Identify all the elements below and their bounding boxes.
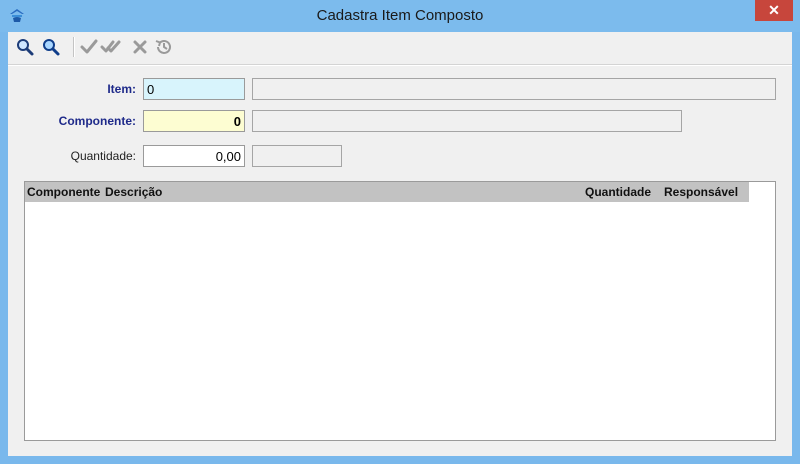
cancel-x-icon[interactable]	[129, 36, 151, 58]
close-button[interactable]: ✕	[755, 0, 793, 21]
confirm-check-icon[interactable]	[78, 36, 100, 58]
toolbar-divider	[8, 64, 792, 66]
item-code-input[interactable]	[143, 78, 245, 100]
column-header-descricao[interactable]: Descrição	[105, 182, 162, 202]
column-header-quantidade[interactable]: Quantidade	[585, 182, 651, 202]
item-description-field	[252, 78, 776, 100]
quantidade-extra-field	[252, 145, 342, 167]
window-title: Cadastra Item Composto	[316, 7, 484, 24]
toolbar	[8, 32, 792, 62]
componente-description-field	[252, 110, 682, 132]
history-icon[interactable]	[153, 36, 175, 58]
confirm-all-check-icon[interactable]	[100, 36, 122, 58]
toolbar-separator	[73, 37, 74, 57]
search-icon[interactable]	[14, 36, 36, 58]
quantidade-input[interactable]	[143, 145, 245, 167]
componente-label: Componente:	[58, 114, 136, 128]
title-bar[interactable]: Cadastra Item Composto ✕	[0, 0, 800, 32]
search-alt-icon[interactable]	[40, 36, 62, 58]
item-label: Item:	[107, 82, 136, 96]
componente-code-input[interactable]	[143, 110, 245, 132]
grid-header: Componente Descrição Quantidade Responsá…	[25, 182, 749, 202]
app-window: Cadastra Item Composto ✕ Item: 0 Compone…	[0, 0, 800, 464]
quantidade-label: Quantidade:	[70, 149, 136, 163]
client-area: Item: Componente: Quantidade: Componente…	[8, 32, 792, 456]
column-header-componente[interactable]: Componente	[27, 182, 100, 202]
column-header-responsavel[interactable]: Responsável	[664, 182, 738, 202]
components-grid[interactable]: Componente Descrição Quantidade Responsá…	[24, 181, 776, 441]
